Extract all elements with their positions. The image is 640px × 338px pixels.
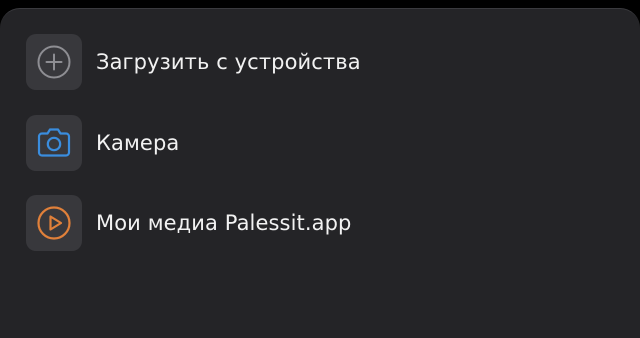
camera-label: Камера [96, 131, 180, 155]
my-media-icon-tile [26, 195, 82, 251]
upload-icon-tile [26, 34, 82, 90]
play-circle-icon [37, 206, 71, 240]
camera-icon [37, 128, 71, 157]
camera-icon-tile [26, 115, 82, 171]
upload-from-device-label: Загрузить с устройства [96, 50, 361, 74]
my-media-button[interactable]: Мои медиа Palessit.app [26, 194, 616, 252]
my-media-label: Мои медиа Palessit.app [96, 211, 352, 235]
upload-from-device-button[interactable]: Загрузить с устройства [26, 33, 616, 91]
camera-button[interactable]: Камера [26, 114, 616, 172]
action-sheet: Загрузить с устройства Камера Мои медиа … [0, 8, 640, 338]
plus-circle-icon [37, 45, 71, 79]
